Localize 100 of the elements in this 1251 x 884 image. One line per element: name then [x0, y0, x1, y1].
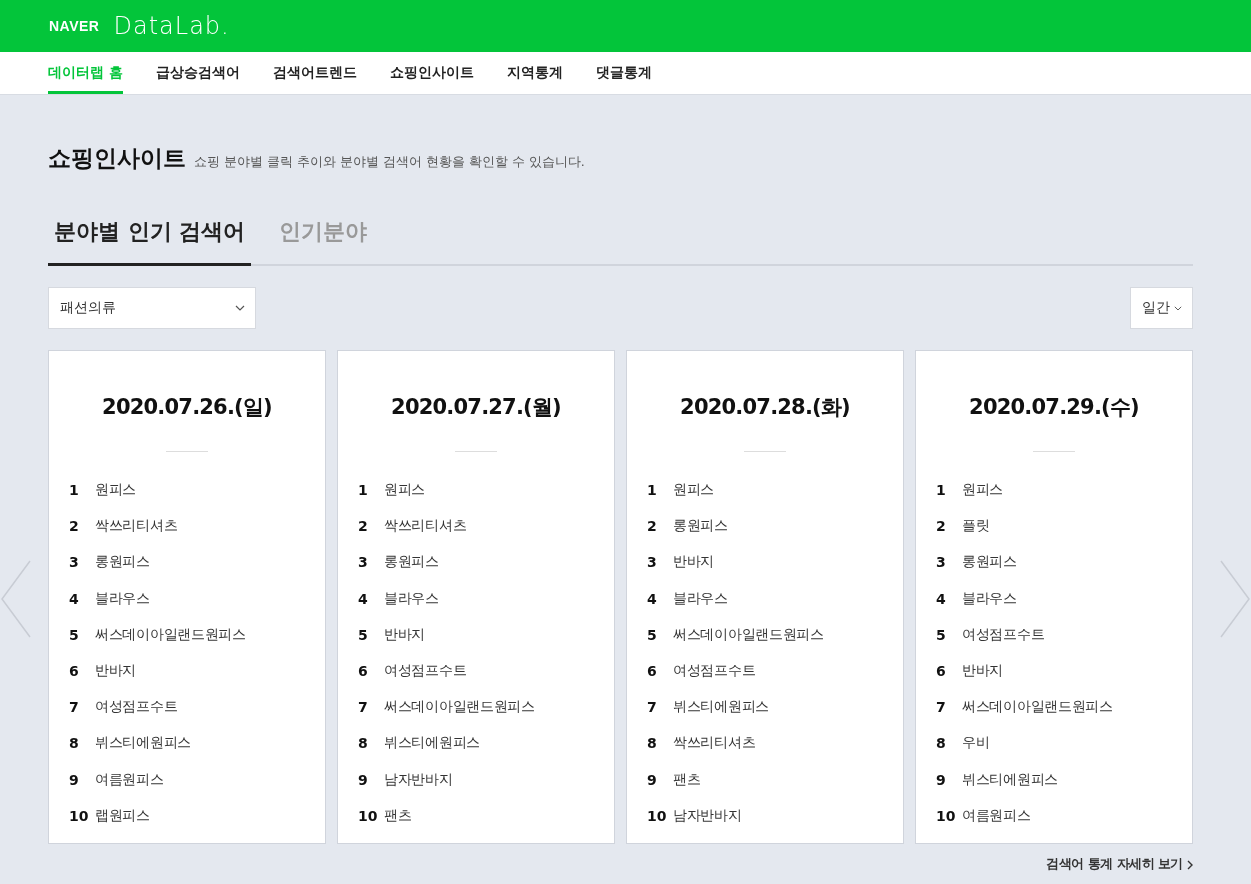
rank-number: 9 — [647, 771, 658, 788]
rank-number: 5 — [69, 626, 80, 643]
rank-number: 10 — [358, 807, 379, 824]
rank-number: 4 — [647, 590, 658, 607]
keyword-link[interactable]: 뷔스티에원피스 — [95, 734, 191, 753]
keyword-link[interactable]: 써스데이아일랜드원피스 — [95, 625, 246, 644]
keyword-link[interactable]: 롱원피스 — [95, 553, 150, 572]
keyword-link[interactable]: 여름원피스 — [962, 806, 1031, 825]
rank-number: 2 — [358, 518, 369, 535]
rank-number: 8 — [358, 735, 369, 752]
rank-number: 1 — [936, 482, 947, 499]
rank-number: 9 — [69, 771, 80, 788]
card-date: 2020.07.29.(수) — [968, 394, 1140, 421]
keyword-link[interactable]: 써스데이아일랜드원피스 — [673, 625, 824, 644]
rank-number: 6 — [69, 663, 80, 680]
rank-number: 4 — [358, 590, 369, 607]
keyword-link[interactable]: 여름원피스 — [95, 770, 164, 789]
keyword-link[interactable]: 반바지 — [962, 662, 1004, 681]
select-value: 일간 — [1142, 299, 1170, 317]
keyword-link[interactable]: 원피스 — [95, 481, 137, 500]
keyword-link[interactable]: 팬츠 — [384, 806, 412, 825]
period-select[interactable]: 일간 — [1130, 287, 1193, 329]
keyword-link[interactable]: 뷔스티에원피스 — [673, 698, 769, 717]
rank-number: 5 — [358, 626, 369, 643]
keyword-link[interactable]: 여성점프수트 — [962, 625, 1045, 644]
chevron-down-icon — [1174, 305, 1182, 311]
tab[interactable]: 분야별 인기 검색어 — [48, 209, 252, 266]
nav-item[interactable]: 지역통계 — [506, 52, 563, 94]
rank-number: 6 — [936, 663, 947, 680]
keyword-link[interactable]: 반바지 — [384, 625, 426, 644]
page-title: 쇼핑인사이트 — [48, 144, 186, 173]
keyword-link[interactable]: 원피스 — [384, 481, 426, 500]
rank-number: 3 — [647, 554, 658, 571]
rank-number: 10 — [936, 807, 957, 824]
rank-number: 9 — [936, 771, 947, 788]
keyword-link[interactable]: 랩원피스 — [95, 806, 150, 825]
rank-number: 3 — [69, 554, 80, 571]
nav-item[interactable]: 검색어트렌드 — [272, 52, 357, 94]
keyword-link[interactable]: 원피스 — [673, 481, 715, 500]
rank-number: 2 — [936, 518, 947, 535]
keyword-link[interactable]: 롱원피스 — [384, 553, 439, 572]
rank-number: 3 — [358, 554, 369, 571]
keyword-link[interactable]: 반바지 — [95, 662, 137, 681]
rank-number: 8 — [936, 735, 947, 752]
keyword-link[interactable]: 블라우스 — [95, 589, 150, 608]
rank-number: 5 — [647, 626, 658, 643]
card-date: 2020.07.28.(화) — [679, 394, 851, 421]
page-description: 쇼핑 분야별 클릭 추이와 분야별 검색어 현황을 확인할 수 있습니다. — [194, 154, 585, 171]
keyword-link[interactable]: 싹쓰리티셔츠 — [673, 734, 756, 753]
keyword-link[interactable]: 플릿 — [962, 517, 990, 536]
keyword-link[interactable]: 여성점프수트 — [95, 698, 178, 717]
rank-number: 8 — [647, 735, 658, 752]
rank-number: 10 — [647, 807, 668, 824]
keyword-link[interactable]: 남자반바지 — [673, 806, 742, 825]
card-date: 2020.07.26.(일) — [101, 394, 273, 421]
keyword-link[interactable]: 원피스 — [962, 481, 1004, 500]
keyword-link[interactable]: 싹쓰리티셔츠 — [384, 517, 467, 536]
rank-number: 1 — [358, 482, 369, 499]
rank-number: 1 — [69, 482, 80, 499]
keyword-link[interactable]: 써스데이아일랜드원피스 — [962, 698, 1113, 717]
keyword-link[interactable]: 써스데이아일랜드원피스 — [384, 698, 535, 717]
rank-number: 2 — [647, 518, 658, 535]
rank-number: 5 — [936, 626, 947, 643]
nav-item[interactable]: 급상승검색어 — [155, 52, 240, 94]
rank-number: 9 — [358, 771, 369, 788]
keyword-link[interactable]: 반바지 — [673, 553, 715, 572]
keyword-link[interactable]: 뷔스티에원피스 — [384, 734, 480, 753]
keyword-link[interactable]: 남자반바지 — [384, 770, 453, 789]
rank-number: 4 — [69, 590, 80, 607]
keyword-link[interactable]: 롱원피스 — [673, 517, 728, 536]
rank-number: 7 — [358, 699, 369, 716]
select-value: 패션의류 — [60, 299, 116, 317]
nav-item[interactable]: 쇼핑인사이트 — [389, 52, 474, 94]
rank-number: 10 — [69, 807, 90, 824]
rank-number: 2 — [69, 518, 80, 535]
chevron-right-icon — [1187, 859, 1193, 870]
keyword-link[interactable]: 블라우스 — [384, 589, 439, 608]
nav-item[interactable]: 댓글통계 — [595, 52, 652, 94]
chevron-down-icon — [235, 305, 245, 311]
rank-number: 8 — [69, 735, 80, 752]
chevron-right-icon[interactable] — [1219, 560, 1251, 638]
rank-number: 7 — [936, 699, 947, 716]
rank-number: 1 — [647, 482, 658, 499]
category-select[interactable]: 패션의류 — [48, 287, 256, 329]
rank-number: 4 — [936, 590, 947, 607]
keyword-link[interactable]: 여성점프수트 — [673, 662, 756, 681]
keyword-link[interactable]: 뷔스티에원피스 — [962, 770, 1058, 789]
chevron-left-icon[interactable] — [0, 560, 32, 638]
keyword-link[interactable]: 여성점프수트 — [384, 662, 467, 681]
card-date: 2020.07.27.(월) — [390, 394, 562, 421]
keyword-link[interactable]: 롱원피스 — [962, 553, 1017, 572]
rank-number: 7 — [69, 699, 80, 716]
rank-number: 6 — [647, 663, 658, 680]
keyword-link[interactable]: 블라우스 — [962, 589, 1017, 608]
keyword-link[interactable]: 팬츠 — [673, 770, 701, 789]
keyword-link[interactable]: 싹쓰리티셔츠 — [95, 517, 178, 536]
keyword-link[interactable]: 우비 — [962, 734, 990, 753]
rank-number: 6 — [358, 663, 369, 680]
keyword-link[interactable]: 블라우스 — [673, 589, 728, 608]
rank-number: 3 — [936, 554, 947, 571]
